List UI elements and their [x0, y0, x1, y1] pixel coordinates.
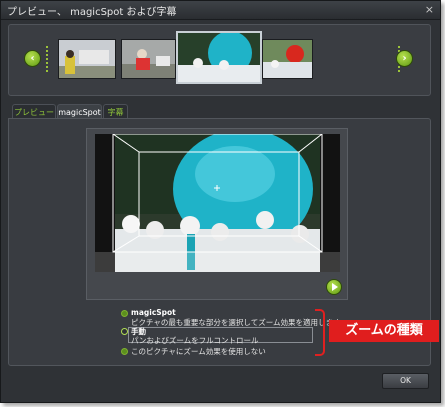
option-magicspot-title: magicSpot — [131, 308, 176, 317]
thumbnail-2[interactable] — [121, 39, 176, 79]
tab-preview[interactable]: プレビュー — [12, 104, 56, 119]
thumbnail-1-image — [59, 40, 115, 78]
chevron-left-icon: ‹ — [30, 53, 35, 64]
window-title: プレビュー、 magicSpot および字幕 — [7, 7, 177, 18]
thumbnail-2-image — [122, 40, 175, 78]
close-icon[interactable]: × — [425, 3, 434, 16]
thumbnail-3-selected[interactable] — [176, 31, 262, 84]
annotation-bracket — [315, 309, 325, 356]
thumbnail-1[interactable] — [58, 39, 116, 79]
chevron-right-icon: › — [402, 53, 407, 64]
play-button[interactable] — [326, 279, 342, 295]
thumbnail-3-image — [178, 33, 260, 82]
radio-magicspot[interactable] — [121, 310, 128, 317]
tab-magicspot-label: magicSpot — [58, 108, 101, 117]
tab-subtitles-label: 字幕 — [107, 108, 124, 117]
tab-subtitles[interactable]: 字幕 — [103, 104, 128, 119]
filmstrip-divider-left — [46, 46, 50, 72]
ok-button[interactable]: OK — [382, 373, 429, 389]
radio-manual[interactable] — [121, 328, 128, 335]
title-bar: プレビュー、 magicSpot および字幕 × — [1, 1, 440, 20]
annotation-callout: ズームの種類 — [329, 320, 439, 342]
preview-image[interactable] — [95, 134, 340, 272]
tab-magicspot[interactable]: magicSpot — [57, 104, 102, 119]
option-no-zoom-desc: このピクチャにズーム効果を使用しない — [131, 347, 266, 356]
filmstrip-next-button[interactable]: › — [396, 50, 413, 67]
thumbnail-4-image — [263, 40, 312, 78]
radio-no-zoom[interactable] — [121, 348, 128, 355]
option-manual-desc: パンおよびズームをフルコントロール — [131, 336, 259, 345]
filmstrip-prev-button[interactable]: ‹ — [24, 50, 41, 67]
thumbnail-4[interactable] — [262, 39, 313, 79]
tab-preview-label: プレビュー — [14, 108, 54, 117]
